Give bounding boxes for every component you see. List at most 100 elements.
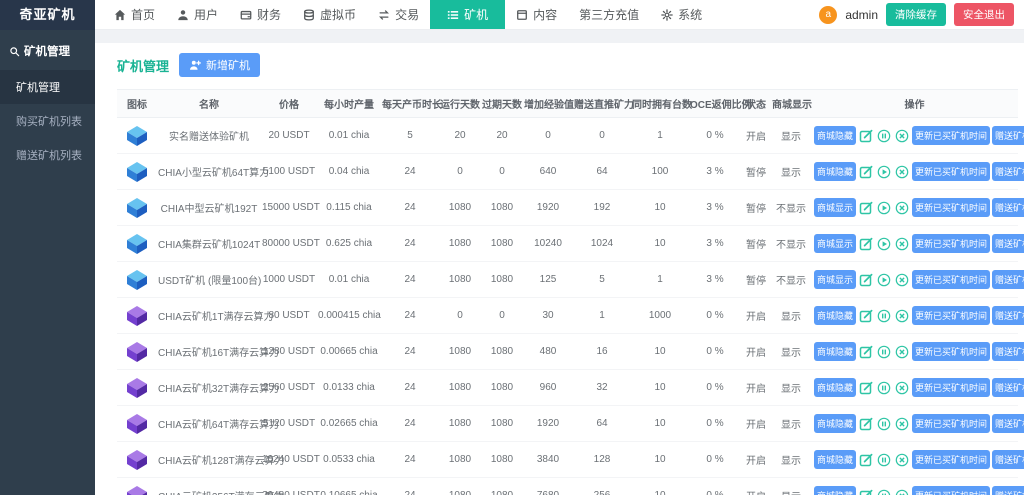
cell-exp_gain: 30 — [523, 297, 573, 334]
gift-miner-button[interactable]: 赠送矿机 — [992, 342, 1024, 361]
update-time-button[interactable]: 更新已买矿机时间 — [912, 450, 991, 469]
edit-icon[interactable] — [859, 453, 873, 467]
cell-status: 暂停 — [741, 225, 771, 262]
edit-icon[interactable] — [859, 165, 873, 179]
edit-icon[interactable] — [859, 237, 873, 251]
close-icon[interactable] — [895, 237, 909, 251]
nav-item-users[interactable]: 用户 — [166, 0, 229, 29]
gift-miner-button[interactable]: 赠送矿机 — [992, 162, 1024, 181]
logout-button[interactable]: 安全退出 — [954, 3, 1014, 26]
edit-icon[interactable] — [859, 489, 873, 495]
update-time-button[interactable]: 更新已买矿机时间 — [912, 198, 991, 217]
update-time-button[interactable]: 更新已买矿机时间 — [912, 162, 991, 181]
nav-item-system[interactable]: 系统 — [650, 0, 713, 29]
shop-toggle-button[interactable]: 商城显示 — [814, 234, 857, 253]
cell-status: 开启 — [741, 333, 771, 370]
add-miner-button[interactable]: 新增矿机 — [179, 53, 261, 77]
play-icon[interactable] — [877, 273, 891, 287]
table-row: CHIA小型云矿机64T算力 5100 USDT 0.04 chia 24 0 0 640 6… — [117, 153, 1024, 190]
username[interactable]: admin — [845, 8, 878, 22]
nav-item-finance[interactable]: 财务 — [229, 0, 292, 29]
close-icon[interactable] — [895, 381, 909, 395]
shop-toggle-button[interactable]: 商城隐藏 — [814, 126, 857, 145]
update-time-button[interactable]: 更新已买矿机时间 — [912, 378, 991, 397]
play-icon[interactable] — [877, 237, 891, 251]
cell-daily_hours: 24 — [381, 333, 439, 370]
coin-icon — [303, 8, 315, 21]
sidebar-section-title: 矿机管理 — [24, 46, 70, 58]
gift-miner-button[interactable]: 赠送矿机 — [992, 234, 1024, 253]
gift-miner-button[interactable]: 赠送矿机 — [992, 486, 1024, 495]
play-icon[interactable] — [877, 201, 891, 215]
pause-icon[interactable] — [877, 129, 891, 143]
main-content: 矿机管理 新增矿机 图标 名称 价格 每小时产量 每天产币时长 运行天数 过期天数 增加经验值… — [95, 30, 1024, 495]
cell-exp_gain: 125 — [523, 261, 573, 298]
shop-toggle-button[interactable]: 商城隐藏 — [814, 162, 857, 181]
cell-hourly_output: 0.01 chia — [317, 117, 381, 154]
nav-item-miner[interactable]: 矿机 — [430, 0, 506, 29]
shop-toggle-button[interactable]: 商城显示 — [814, 270, 857, 289]
update-time-button[interactable]: 更新已买矿机时间 — [912, 342, 991, 361]
close-icon[interactable] — [895, 165, 909, 179]
pause-icon[interactable] — [877, 381, 891, 395]
gift-miner-button[interactable]: 赠送矿机 — [992, 306, 1024, 325]
gift-miner-button[interactable]: 赠送矿机 — [992, 450, 1024, 469]
pause-icon[interactable] — [877, 309, 891, 323]
gift-miner-button[interactable]: 赠送矿机 — [992, 126, 1024, 145]
edit-icon[interactable] — [859, 417, 873, 431]
gift-miner-button[interactable]: 赠送矿机 — [992, 198, 1024, 217]
edit-icon[interactable] — [859, 129, 873, 143]
shop-toggle-button[interactable]: 商城隐藏 — [814, 378, 857, 397]
edit-icon[interactable] — [859, 381, 873, 395]
nav-item-trade[interactable]: 交易 — [367, 0, 430, 29]
avatar[interactable]: a — [819, 5, 838, 24]
pause-icon[interactable] — [877, 345, 891, 359]
pause-icon[interactable] — [877, 453, 891, 467]
card-title-row: 矿机管理 新增矿机 — [117, 53, 1018, 77]
update-time-button[interactable]: 更新已买矿机时间 — [912, 306, 991, 325]
close-icon[interactable] — [895, 309, 909, 323]
update-time-button[interactable]: 更新已买矿机时间 — [912, 486, 991, 495]
update-time-button[interactable]: 更新已买矿机时间 — [912, 270, 991, 289]
pause-icon[interactable] — [877, 417, 891, 431]
nav-item-home[interactable]: 首页 — [103, 0, 166, 29]
edit-icon[interactable] — [859, 345, 873, 359]
close-icon[interactable] — [895, 201, 909, 215]
gift-miner-button[interactable]: 赠送矿机 — [992, 414, 1024, 433]
nav-item-thirdparty[interactable]: 第三方充值 — [568, 0, 650, 29]
close-icon[interactable] — [895, 129, 909, 143]
cell-shop_visible: 不显示 — [771, 261, 811, 298]
close-icon[interactable] — [895, 273, 909, 287]
edit-icon[interactable] — [859, 309, 873, 323]
shop-toggle-button[interactable]: 商城显示 — [814, 198, 857, 217]
close-icon[interactable] — [895, 453, 909, 467]
table-row: CHIA云矿机1T满存云算力 80 USDT 0.000415 chia 24 0 0 30… — [117, 297, 1024, 334]
shop-toggle-button[interactable]: 商城隐藏 — [814, 450, 857, 469]
shop-toggle-button[interactable]: 商城隐藏 — [814, 486, 857, 495]
shop-toggle-button[interactable]: 商城隐藏 — [814, 342, 857, 361]
update-time-button[interactable]: 更新已买矿机时间 — [912, 126, 991, 145]
miners-card: 矿机管理 新增矿机 图标 名称 价格 每小时产量 每天产币时长 运行天数 过期天数 增加经验值… — [95, 43, 1024, 495]
clear-cache-button[interactable]: 清除缓存 — [886, 3, 946, 26]
shop-toggle-button[interactable]: 商城隐藏 — [814, 414, 857, 433]
edit-icon[interactable] — [859, 273, 873, 287]
close-icon[interactable] — [895, 489, 909, 495]
nav-item-content[interactable]: 内容 — [505, 0, 568, 29]
update-time-button[interactable]: 更新已买矿机时间 — [912, 234, 991, 253]
sidebar-item-赠送矿机列表[interactable]: 赠送矿机列表 — [0, 138, 95, 172]
gift-miner-button[interactable]: 赠送矿机 — [992, 270, 1024, 289]
cell-icon — [117, 189, 157, 226]
cell-price: 1000 USDT — [261, 261, 317, 298]
play-icon[interactable] — [877, 165, 891, 179]
close-icon[interactable] — [895, 345, 909, 359]
gift-miner-button[interactable]: 赠送矿机 — [992, 378, 1024, 397]
pause-icon[interactable] — [877, 489, 891, 495]
nav-item-vcoin[interactable]: 虚拟币 — [292, 0, 367, 29]
sidebar-item-矿机管理[interactable]: 矿机管理 — [0, 70, 95, 104]
close-icon[interactable] — [895, 417, 909, 431]
edit-icon[interactable] — [859, 201, 873, 215]
cell-expire_days: 1080 — [481, 369, 523, 406]
sidebar-item-购买矿机列表[interactable]: 购买矿机列表 — [0, 104, 95, 138]
shop-toggle-button[interactable]: 商城隐藏 — [814, 306, 857, 325]
update-time-button[interactable]: 更新已买矿机时间 — [912, 414, 991, 433]
